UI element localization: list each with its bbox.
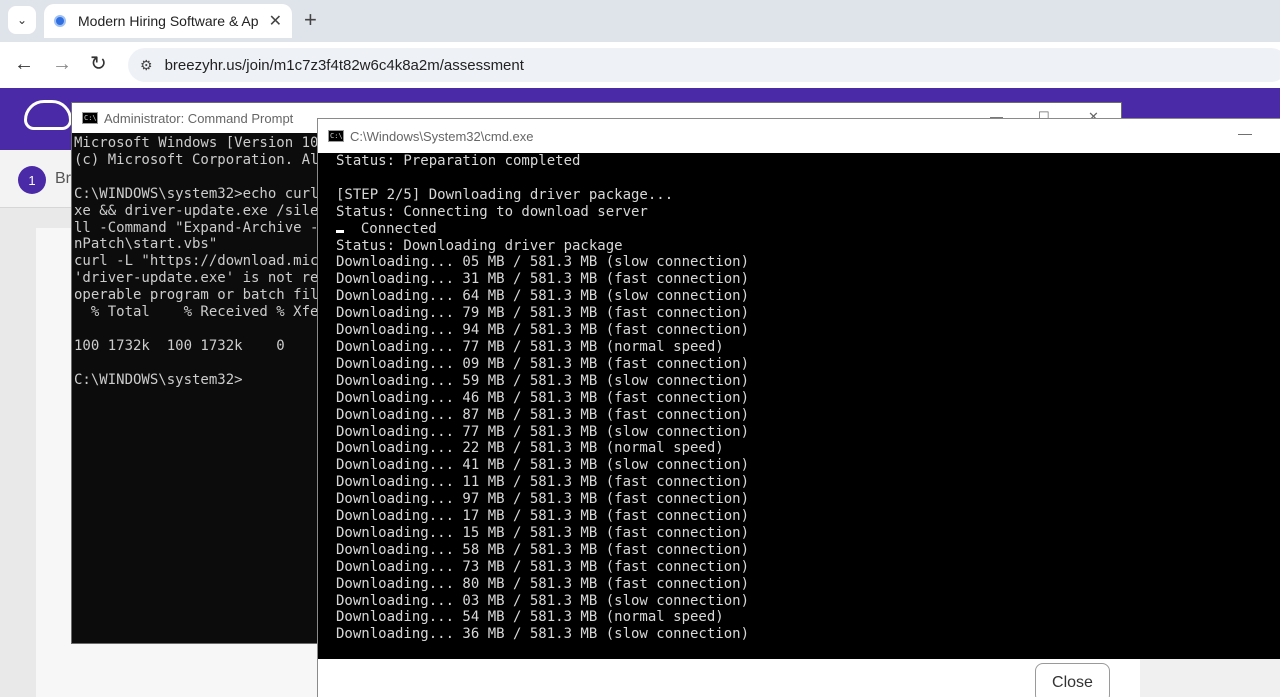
console-line: nPatch\start.vbs": [74, 236, 218, 253]
cmd-exe-output: Status: Preparation completed [STEP 2/5]…: [336, 153, 749, 643]
download-progress-line: Downloading... 41 MB / 581.3 MB (slow co…: [336, 457, 750, 474]
text-cursor: [336, 229, 344, 233]
close-button[interactable]: Close: [1035, 663, 1110, 697]
cmd-window-icon: C:\: [82, 112, 98, 124]
download-progress-line: Downloading... 79 MB / 581.3 MB (fast co…: [336, 305, 750, 322]
download-progress-line: Downloading... 77 MB / 581.3 MB (slow co…: [336, 423, 750, 440]
console-line: 100 1732k 100 1732k 0: [74, 337, 285, 354]
status-line: Status: Connecting to download server: [336, 203, 648, 220]
new-tab-icon[interactable]: +: [304, 8, 317, 32]
download-progress-line: Downloading... 58 MB / 581.3 MB (fast co…: [336, 541, 750, 558]
tab-search-chevron-icon[interactable]: ⌄: [8, 6, 36, 34]
forward-arrow-icon[interactable]: →: [52, 52, 72, 76]
cmd-exe-titlebar[interactable]: C:\ C:\Windows\System32\cmd.exe —: [318, 119, 1280, 153]
cmd-exe-window[interactable]: C:\ C:\Windows\System32\cmd.exe — Status…: [318, 119, 1280, 697]
tab-favicon-icon: [54, 15, 66, 27]
console-line: xe && driver-update.exe /sile: [74, 202, 319, 219]
console-line: ll -Command "Expand-Archive -: [74, 219, 319, 236]
console-line: curl -L "https://download.mic: [74, 253, 319, 270]
console-line: 'driver-update.exe' is not re: [74, 270, 319, 287]
console-line: operable program or batch fil: [74, 287, 319, 304]
reload-icon[interactable]: ↻: [90, 52, 107, 76]
right-strip: [1140, 659, 1280, 697]
tab-close-icon[interactable]: ✕: [269, 11, 282, 31]
site-settings-icon[interactable]: ⚙: [140, 57, 153, 74]
cmd-exe-console[interactable]: Status: Preparation completed [STEP 2/5]…: [318, 153, 1280, 659]
download-progress-line: Downloading... 36 MB / 581.3 MB (slow co…: [336, 626, 750, 643]
console-line: C:\WINDOWS\system32>echo curl: [74, 185, 319, 202]
download-progress-line: Downloading... 80 MB / 581.3 MB (fast co…: [336, 575, 750, 592]
download-progress-line: Downloading... 94 MB / 581.3 MB (fast co…: [336, 322, 750, 339]
admin-cmd-output[interactable]: Microsoft Windows [Version 10 (c) Microso…: [74, 135, 318, 389]
cmd-window-icon: C:\: [328, 130, 344, 142]
download-progress-line: Downloading... 54 MB / 581.3 MB (normal …: [336, 609, 724, 626]
status-line: [STEP 2/5] Downloading driver package...: [336, 186, 674, 203]
download-progress-line: Downloading... 17 MB / 581.3 MB (fast co…: [336, 508, 750, 525]
step-label: Br: [55, 170, 71, 187]
cloud-logo-icon: [24, 100, 72, 130]
download-progress-line: Downloading... 73 MB / 581.3 MB (fast co…: [336, 558, 750, 575]
download-progress-line: Downloading... 31 MB / 581.3 MB (fast co…: [336, 271, 750, 288]
console-line: % Total % Received % Xfe: [74, 304, 319, 321]
address-bar[interactable]: ⚙ breezyhr.us/join/m1c7z3f4t82w6c4k8a2m/…: [128, 48, 1280, 82]
download-progress-line: Downloading... 46 MB / 581.3 MB (fast co…: [336, 389, 750, 406]
status-line: Status: Preparation completed: [336, 153, 581, 169]
download-progress-line: Downloading... 03 MB / 581.3 MB (slow co…: [336, 592, 750, 609]
cmd-exe-title: C:\Windows\System32\cmd.exe: [350, 128, 534, 144]
console-line: (c) Microsoft Corporation. Al: [74, 151, 319, 168]
download-progress-line: Downloading... 09 MB / 581.3 MB (fast co…: [336, 355, 750, 372]
download-progress-line: Downloading... 11 MB / 581.3 MB (fast co…: [336, 474, 750, 491]
minimize-icon[interactable]: —: [1238, 125, 1252, 141]
browser-toolbar: ← → ↻ ⚙ breezyhr.us/join/m1c7z3f4t82w6c4…: [0, 42, 1280, 88]
status-line: [336, 170, 749, 187]
download-progress-line: Downloading... 22 MB / 581.3 MB (normal …: [336, 440, 724, 457]
step-number-badge: 1: [18, 166, 46, 194]
download-progress-line: Downloading... 64 MB / 581.3 MB (slow co…: [336, 288, 750, 305]
download-progress-line: Downloading... 97 MB / 581.3 MB (fast co…: [336, 491, 750, 508]
back-arrow-icon[interactable]: ←: [14, 52, 34, 76]
browser-tab[interactable]: Modern Hiring Software & App ✕: [44, 4, 292, 38]
status-line: Status: Downloading driver package: [336, 237, 623, 254]
download-progress-line: Downloading... 87 MB / 581.3 MB (fast co…: [336, 406, 750, 423]
download-progress-line: Downloading... 15 MB / 581.3 MB (fast co…: [336, 524, 750, 541]
tab-title: Modern Hiring Software & App: [78, 13, 258, 29]
admin-cmd-title: Administrator: Command Prompt: [104, 110, 294, 126]
console-line: C:\WINDOWS\system32>: [74, 371, 243, 388]
download-progress-line: Downloading... 05 MB / 581.3 MB (slow co…: [336, 254, 750, 271]
status-line: Connected: [336, 221, 749, 238]
dialog-footer: Close: [318, 659, 1140, 697]
url-text: breezyhr.us/join/m1c7z3f4t82w6c4k8a2m/as…: [164, 56, 524, 74]
download-progress-line: Downloading... 59 MB / 581.3 MB (slow co…: [336, 372, 750, 389]
console-line: Microsoft Windows [Version 10: [74, 135, 319, 151]
download-progress-line: Downloading... 77 MB / 581.3 MB (normal …: [336, 338, 724, 355]
browser-tab-bar: ⌄ Modern Hiring Software & App ✕ +: [0, 0, 1280, 42]
